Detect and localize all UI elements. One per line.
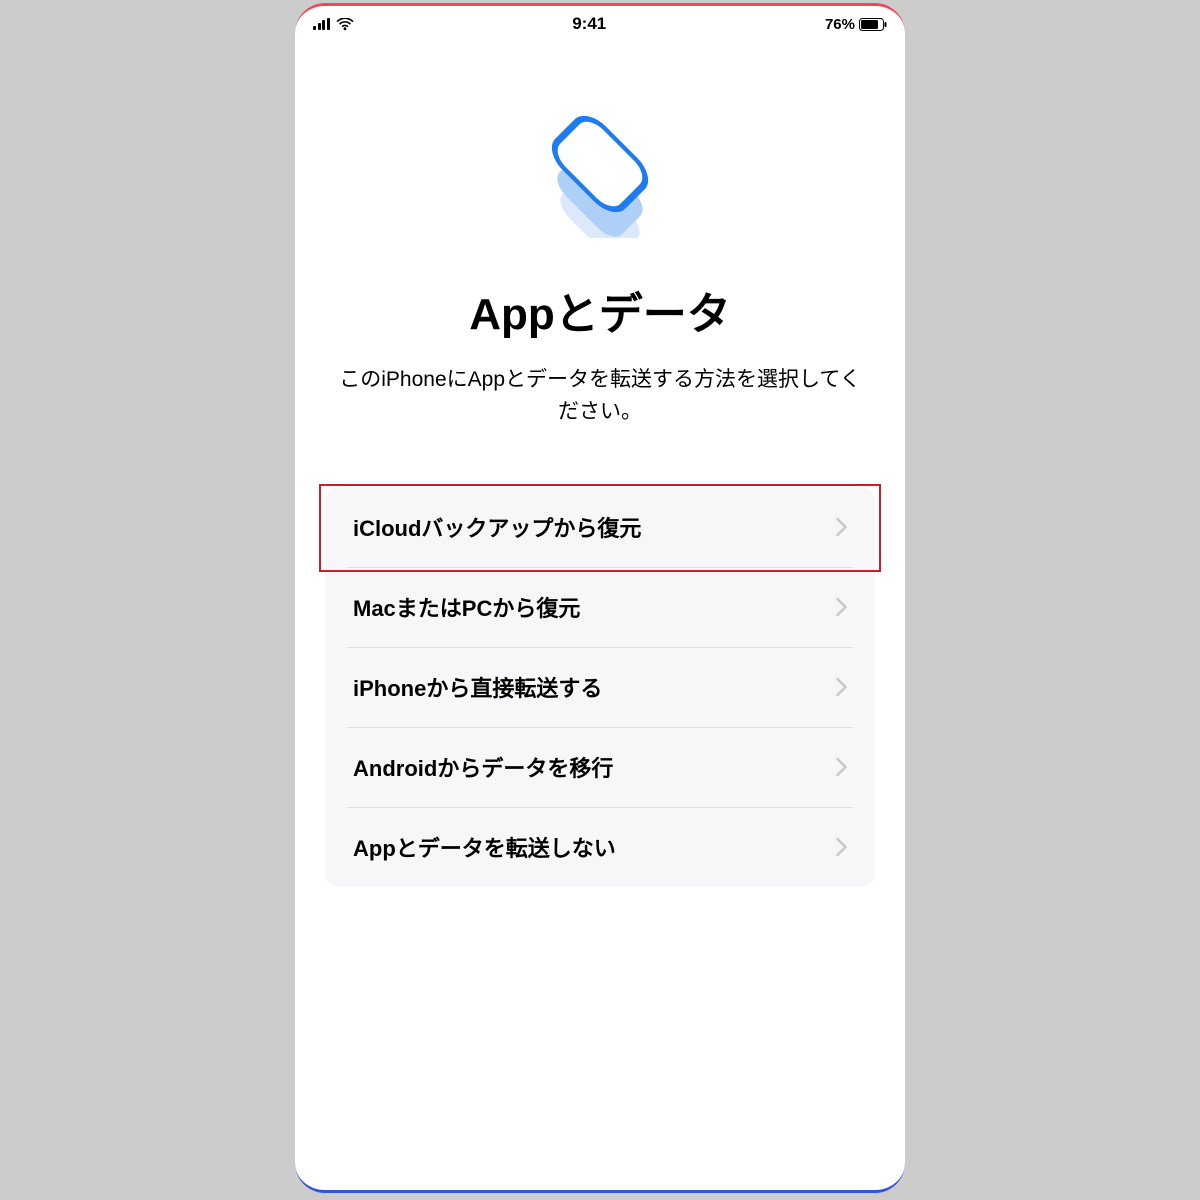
options-list: iCloudバックアップから復元 MacまたはPCから復元 iPhoneから直接… xyxy=(325,487,875,887)
option-label: iCloudバックアップから復元 xyxy=(353,511,641,543)
option-label: Androidからデータを移行 xyxy=(353,751,613,783)
chevron-right-icon xyxy=(836,598,847,616)
option-label: Appとデータを転送しない xyxy=(353,831,616,863)
chevron-right-icon xyxy=(836,758,847,776)
option-label: iPhoneから直接転送する xyxy=(353,671,602,703)
status-time: 9:41 xyxy=(354,14,825,34)
page-title: Appとデータ xyxy=(469,278,731,342)
option-restore-icloud[interactable]: iCloudバックアップから復元 xyxy=(325,487,875,567)
option-move-android[interactable]: Androidからデータを移行 xyxy=(325,727,875,807)
status-bar: 9:41 76% xyxy=(295,6,905,38)
battery-percent: 76% xyxy=(825,16,855,33)
option-transfer-iphone[interactable]: iPhoneから直接転送する xyxy=(325,647,875,727)
page-subtitle: このiPhoneにAppとデータを転送する方法を選択してください。 xyxy=(325,364,875,427)
wifi-icon xyxy=(336,18,354,31)
app-data-icon xyxy=(540,108,660,243)
battery-icon xyxy=(859,18,887,31)
main-content: Appとデータ このiPhoneにAppとデータを転送する方法を選択してください… xyxy=(295,38,905,1190)
chevron-right-icon xyxy=(836,518,847,536)
chevron-right-icon xyxy=(836,838,847,856)
phone-frame: 9:41 76% Appとデータ このiPhoneにAppとデータ xyxy=(295,3,905,1193)
option-restore-mac-pc[interactable]: MacまたはPCから復元 xyxy=(325,567,875,647)
option-label: MacまたはPCから復元 xyxy=(353,591,580,623)
option-dont-transfer[interactable]: Appとデータを転送しない xyxy=(325,807,875,887)
chevron-right-icon xyxy=(836,678,847,696)
cellular-signal-icon xyxy=(313,18,330,30)
